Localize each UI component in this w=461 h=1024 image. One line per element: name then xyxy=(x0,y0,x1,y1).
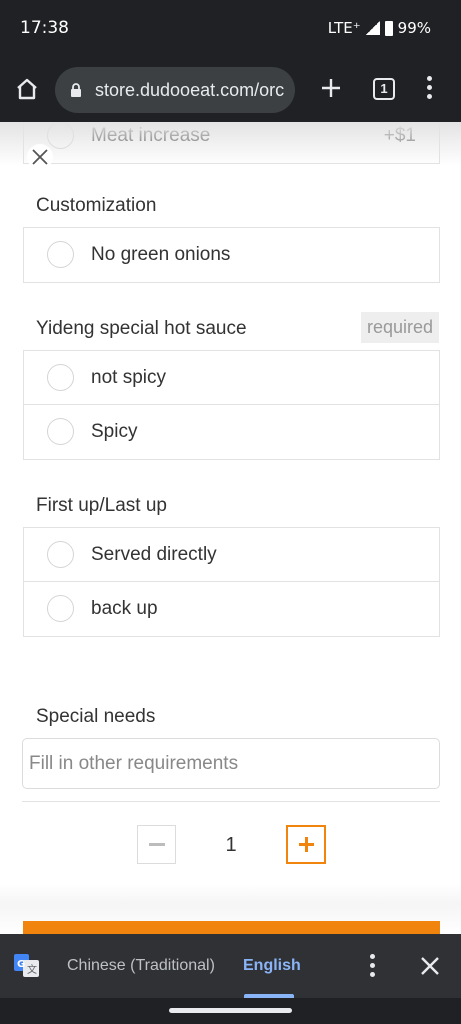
option-label: Spicy xyxy=(91,421,138,442)
radio-button[interactable] xyxy=(47,418,74,445)
lock-icon xyxy=(71,83,81,97)
divider xyxy=(22,801,440,802)
section-title-hot-sauce: Yideng special hot sauce xyxy=(36,318,247,339)
target-language-tab[interactable]: English xyxy=(243,957,301,975)
section-title-special-needs: Special needs xyxy=(36,706,156,727)
status-time: 17:38 xyxy=(20,18,69,38)
gesture-nav-bar xyxy=(0,998,461,1024)
option-label: not spicy xyxy=(91,367,166,388)
special-needs-input[interactable] xyxy=(22,738,440,789)
svg-text:文: 文 xyxy=(27,963,37,976)
battery-icon xyxy=(384,20,393,36)
tab-switcher-icon[interactable]: 1 xyxy=(373,78,395,100)
svg-text:G: G xyxy=(17,959,25,970)
status-bar: 17:38 LTE⁺ 99% xyxy=(0,0,461,58)
option-price: +$1 xyxy=(383,125,416,146)
option-row[interactable]: not spicy xyxy=(24,351,439,405)
option-label: Served directly xyxy=(91,544,217,565)
option-row[interactable]: Served directly xyxy=(24,528,439,582)
option-row-meat-increase[interactable]: Meat increase +$1 xyxy=(24,122,439,163)
quantity-increase-button[interactable] xyxy=(286,825,326,864)
option-row[interactable]: Spicy xyxy=(24,405,439,459)
battery-level: 99% xyxy=(397,19,431,37)
section-title-serving: First up/Last up xyxy=(36,495,167,516)
radio-button[interactable] xyxy=(47,541,74,568)
quantity-decrease-button[interactable] xyxy=(137,825,176,864)
home-gesture-pill[interactable] xyxy=(169,1008,292,1013)
options-box-serving: Served directly back up xyxy=(23,527,440,637)
option-row[interactable]: No green onions xyxy=(24,228,439,282)
option-label: Meat increase xyxy=(91,125,211,146)
option-row[interactable]: back up xyxy=(24,582,439,636)
url-text: store.dudooeat.com/orc xyxy=(95,79,285,100)
translate-close-icon[interactable] xyxy=(418,954,442,978)
section-title-customization: Customization xyxy=(36,195,157,216)
radio-button[interactable] xyxy=(47,364,74,391)
option-label: No green onions xyxy=(91,244,231,265)
source-language-tab[interactable]: Chinese (Traditional) xyxy=(67,957,215,975)
translate-bar: G 文 Chinese (Traditional) English xyxy=(0,934,461,998)
close-icon[interactable] xyxy=(27,144,53,170)
google-translate-icon[interactable]: G 文 xyxy=(14,954,40,978)
radio-button[interactable] xyxy=(47,122,74,149)
home-icon[interactable] xyxy=(14,76,40,102)
options-box-hot-sauce: not spicy Spicy xyxy=(23,350,440,460)
radio-button[interactable] xyxy=(47,595,74,622)
options-box-customization: No green onions xyxy=(23,227,440,283)
radio-button[interactable] xyxy=(47,241,74,268)
required-badge: required xyxy=(360,312,439,343)
browser-toolbar: store.dudooeat.com/orc 1 xyxy=(0,58,461,122)
options-box-partial: Meat increase +$1 xyxy=(23,122,440,164)
address-bar[interactable]: store.dudooeat.com/orc xyxy=(55,67,295,113)
option-label: back up xyxy=(91,598,158,619)
screen: 17:38 LTE⁺ 99% store.dudooeat.com/orc 1 xyxy=(0,0,461,1024)
new-tab-plus-icon[interactable] xyxy=(318,75,344,101)
translate-menu-icon[interactable] xyxy=(362,954,382,980)
network-label: LTE⁺ xyxy=(327,19,361,37)
quantity-value: 1 xyxy=(225,834,237,856)
overflow-menu-icon[interactable] xyxy=(419,76,439,104)
add-to-cart-button[interactable] xyxy=(23,921,440,934)
status-indicators: LTE⁺ 99% xyxy=(328,19,431,37)
signal-icon xyxy=(365,21,380,35)
order-options-panel: Meat increase +$1 Customization No green… xyxy=(0,122,461,934)
